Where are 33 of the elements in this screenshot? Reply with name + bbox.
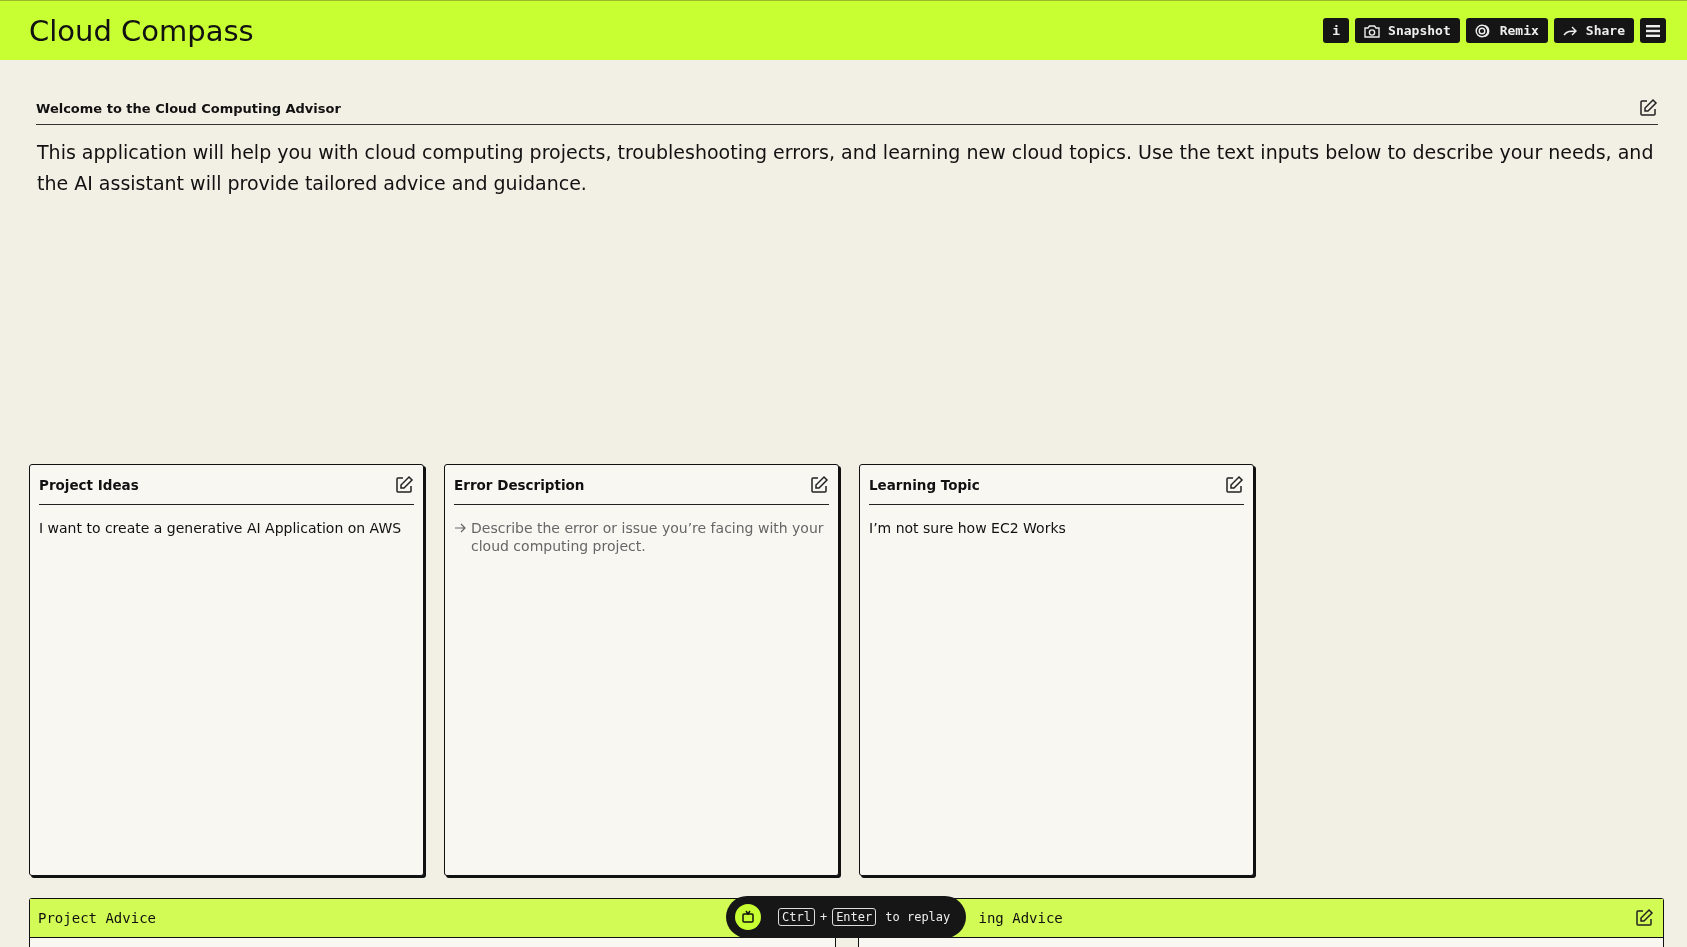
share-button[interactable]: Share: [1553, 18, 1634, 43]
remix-button[interactable]: Remix: [1465, 18, 1548, 43]
arrow-icon: [1562, 24, 1578, 37]
card-title: ing Advice: [978, 910, 1063, 926]
snapshot-button[interactable]: Snapshot: [1355, 18, 1460, 43]
input-card[interactable]: Learning Topic I’m not sure how EC2 Works: [859, 464, 1254, 876]
hint-text: to replay: [885, 910, 951, 924]
camera-icon: [1364, 23, 1381, 38]
edit-icon[interactable]: [1638, 98, 1658, 118]
section-title: Welcome to the Cloud Computing Advisor: [36, 100, 341, 116]
card-title: Error Description: [454, 476, 585, 493]
edit-icon[interactable]: [394, 474, 414, 495]
edit-icon[interactable]: [809, 474, 829, 495]
text-input[interactable]: I’m not sure how EC2 Works: [869, 519, 1244, 819]
double-circle-icon: [1474, 23, 1492, 38]
arrow-icon: [454, 522, 467, 534]
key-cap: Enter: [832, 908, 877, 926]
card-title: Project Advice: [38, 910, 156, 926]
plus-sign: +: [819, 910, 828, 924]
edit-icon[interactable]: [1224, 474, 1244, 495]
input-card[interactable]: Error Description Describe the error or issue you’re facing with your cloud computing project.: [444, 464, 839, 876]
intro-text: This application will help you with cloud computing projects, troubleshooting errors, and learning new cloud topics. Use the text inputs below to describe your needs, and the AI assistant will provide tailored advice and guidance.: [37, 140, 1655, 196]
menu-icon: [1646, 24, 1660, 37]
card-title: Learning Topic: [869, 476, 980, 493]
info-button[interactable]: i: [1323, 18, 1350, 43]
text-input[interactable]: I want to create a generative AI Application on AWS: [39, 519, 414, 819]
text-input[interactable]: Describe the error or issue you’re facing with your cloud computing project.: [471, 519, 829, 819]
card-title: Project Ideas: [39, 476, 139, 493]
menu-button[interactable]: [1640, 18, 1666, 43]
key-cap: Ctrl: [778, 908, 815, 926]
app-title: Cloud Compass: [29, 13, 254, 48]
input-card[interactable]: Project Ideas I want to create a generative AI Application on AWS: [29, 464, 424, 876]
edit-icon[interactable]: [1634, 908, 1654, 928]
